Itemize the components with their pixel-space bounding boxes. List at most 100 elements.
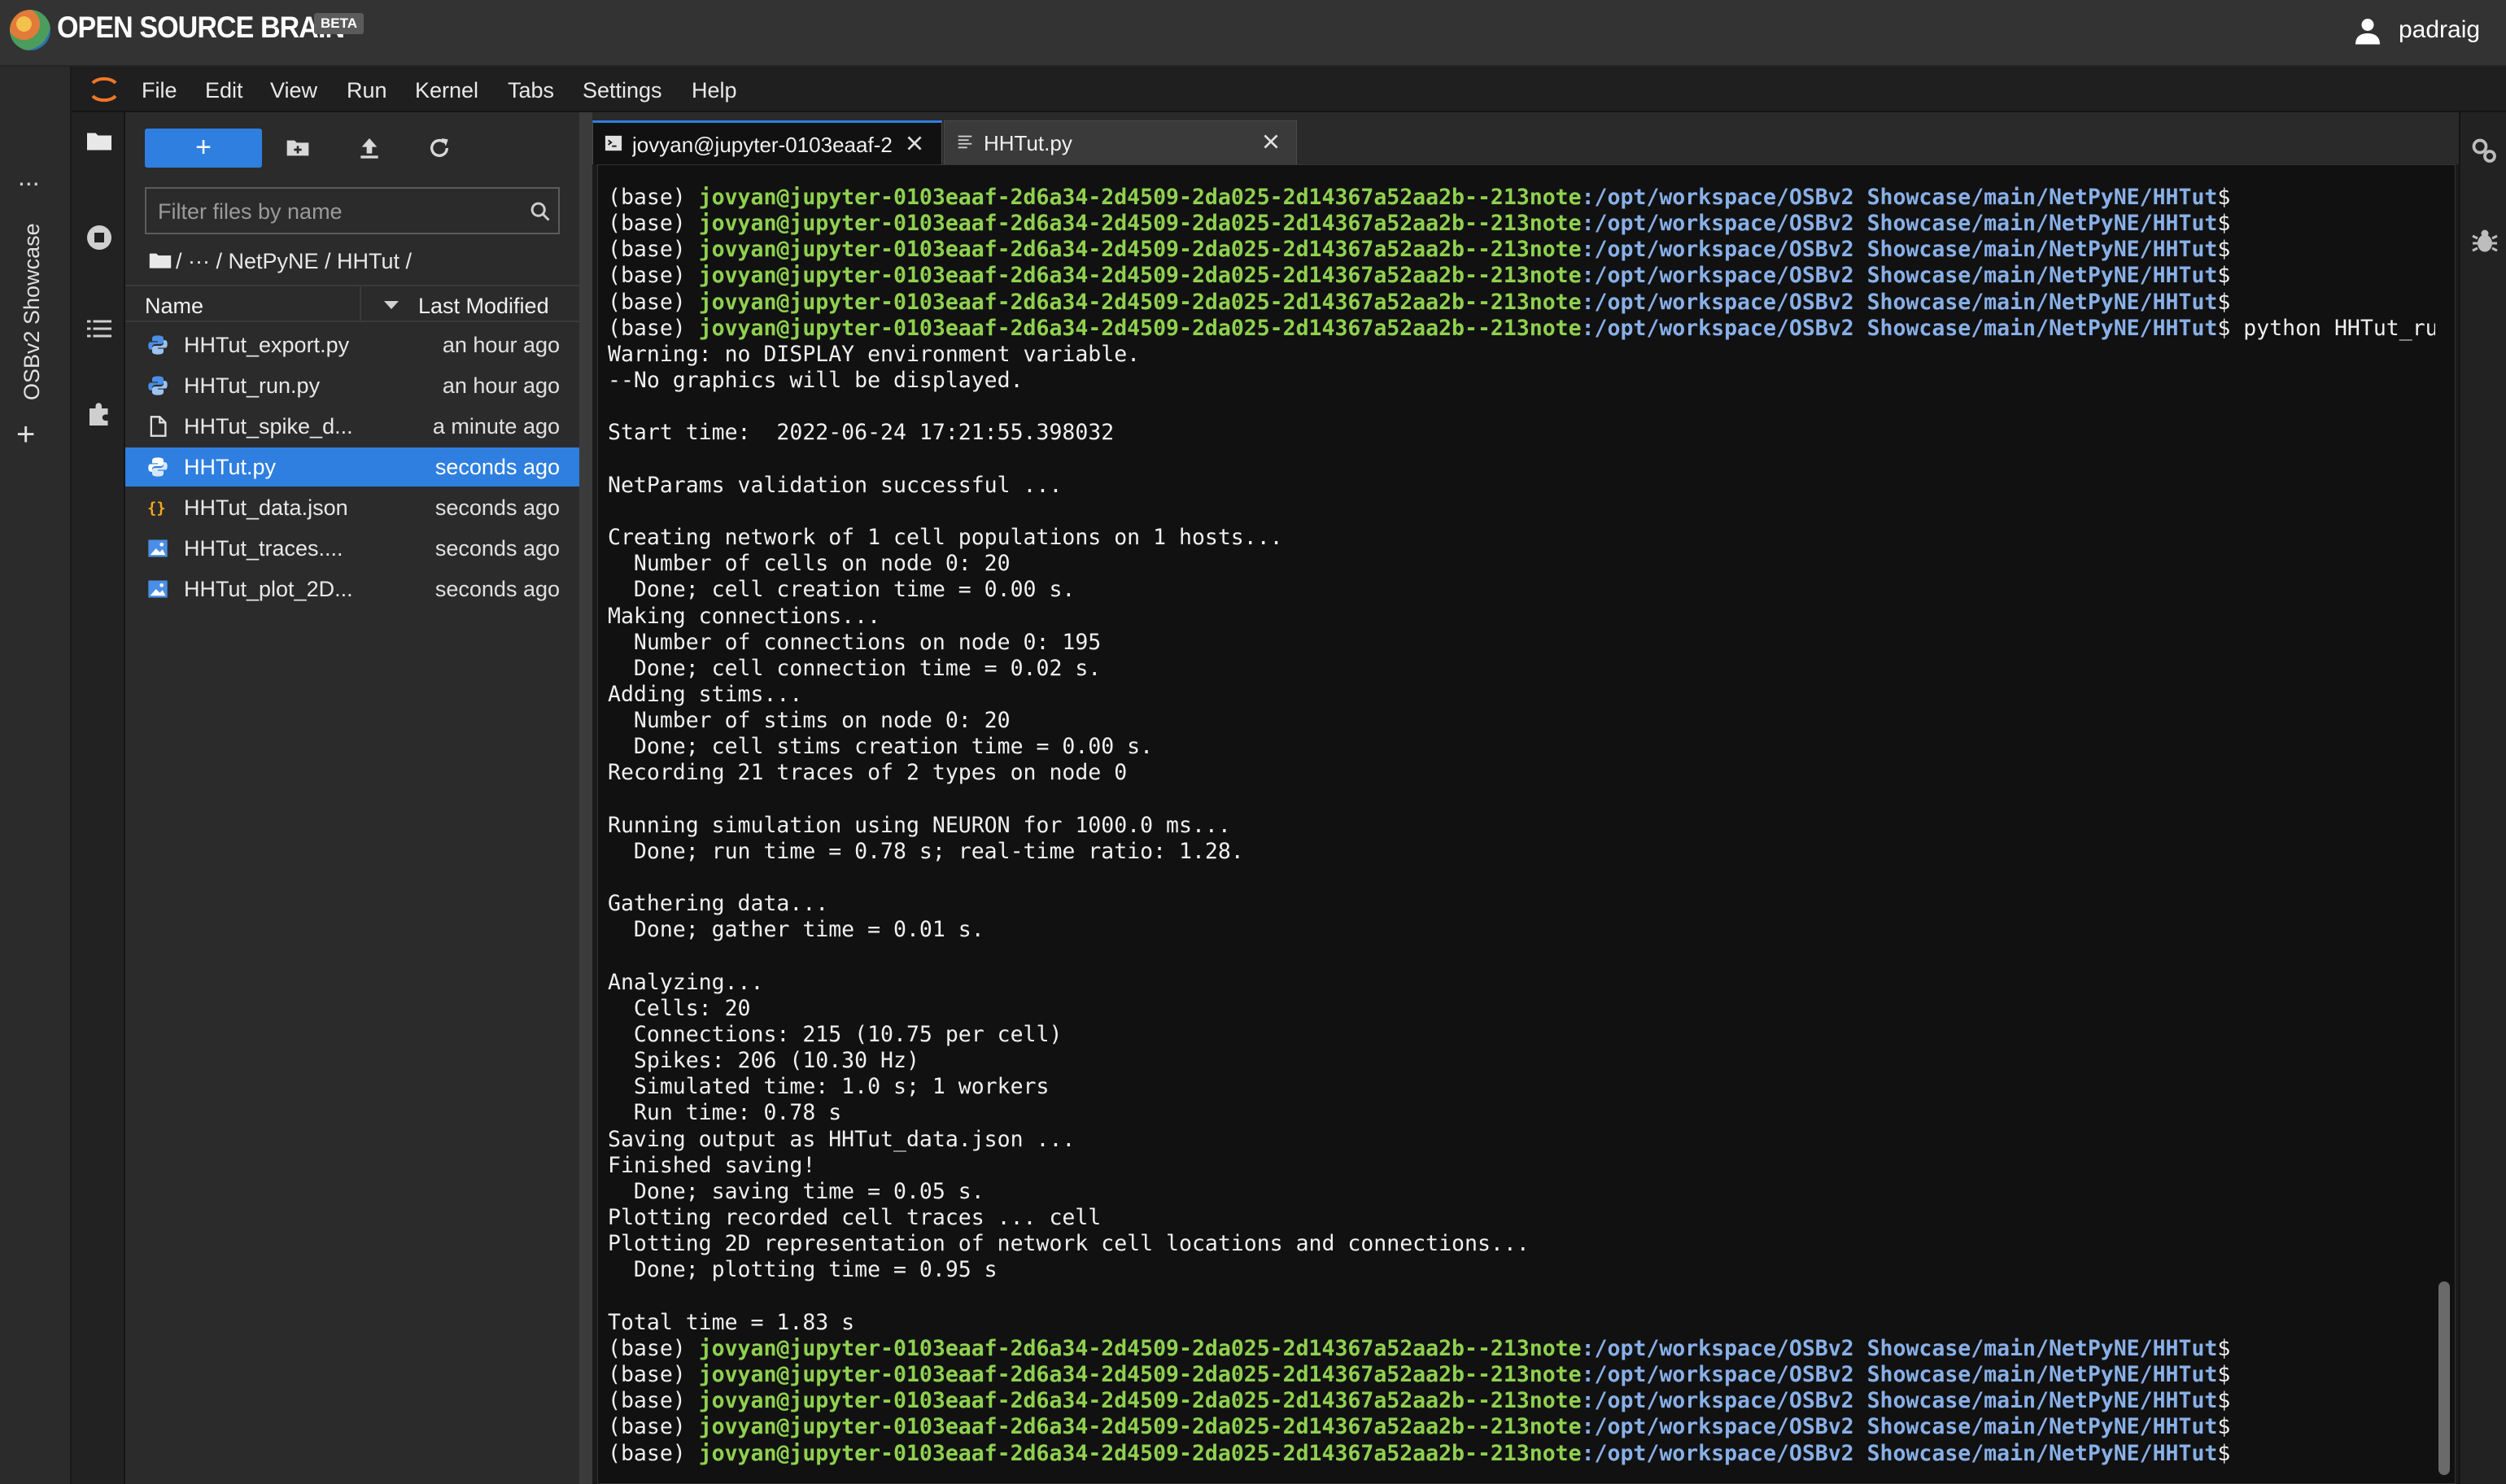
- main-dock-area: jovyan@jupyter-0103eaaf-2 HHTut.py (base…: [592, 112, 2459, 1484]
- tab-terminal[interactable]: jovyan@jupyter-0103eaaf-2: [592, 120, 942, 164]
- tab-label: jovyan@jupyter-0103eaaf-2: [632, 133, 893, 157]
- column-modified-header[interactable]: Last Modified: [418, 294, 549, 319]
- prompt-user: jovyan@jupyter-0103eaaf-2d6a34-2d4509-2d…: [698, 289, 1582, 315]
- prompt-user: jovyan@jupyter-0103eaaf-2d6a34-2d4509-2d…: [698, 263, 1582, 289]
- debugger-bug-icon[interactable]: [2470, 226, 2499, 255]
- terminal-prompt-line: (base) jovyan@jupyter-0103eaaf-2d6a34-2d…: [608, 263, 2422, 289]
- strip-more-icon[interactable]: ...: [18, 164, 40, 190]
- close-icon[interactable]: [1260, 131, 1281, 152]
- prompt-end: $: [2217, 211, 2231, 237]
- prompt-user: jovyan@jupyter-0103eaaf-2d6a34-2d4509-2d…: [698, 1362, 1582, 1388]
- file-row[interactable]: {} HHTut_data.json seconds ago: [125, 488, 579, 527]
- terminal-output-line: Done; plotting time = 0.95 s: [608, 1257, 998, 1283]
- add-icon[interactable]: +: [16, 417, 35, 453]
- prompt-path: :/opt/workspace/OSBv2 Showcase/main/NetP…: [1581, 263, 2218, 289]
- file-modified: a minute ago: [432, 414, 560, 439]
- file-row[interactable]: HHTut_run.py an hour ago: [125, 366, 579, 405]
- user-name[interactable]: padraig: [2399, 16, 2480, 44]
- folder-icon[interactable]: [148, 251, 172, 270]
- prompt-base: (base): [608, 263, 699, 289]
- menu-settings[interactable]: Settings: [583, 78, 662, 103]
- file-row[interactable]: HHTut_traces.... seconds ago: [125, 529, 579, 568]
- terminal-output-line: Done; gather time = 0.01 s.: [608, 917, 984, 943]
- tab-hhtut-py[interactable]: HHTut.py: [944, 120, 1297, 164]
- breadcrumb-path[interactable]: / ··· / NetPyNE / HHTut /: [176, 249, 412, 273]
- menu-edit[interactable]: Edit: [205, 78, 243, 103]
- prompt-base: (base): [608, 211, 699, 237]
- prompt-path: :/opt/workspace/OSBv2 Showcase/main/NetP…: [1581, 315, 2218, 341]
- terminal-output-line: Start time: 2022-06-24 17:21:55.398032: [608, 420, 1115, 446]
- terminal-output-line: Gathering data...: [608, 891, 829, 917]
- sort-descending-icon[interactable]: [384, 301, 399, 309]
- menu-file[interactable]: File: [142, 78, 177, 103]
- user-icon[interactable]: [2353, 16, 2382, 46]
- prompt-base: (base): [608, 289, 699, 315]
- file-name: HHTut_plot_2D...: [184, 577, 353, 601]
- terminal-output-line: Number of cells on node 0: 20: [608, 551, 1011, 577]
- file-modified: an hour ago: [442, 373, 560, 398]
- running-sessions-icon[interactable]: [85, 223, 114, 252]
- extension-puzzle-icon[interactable]: [85, 399, 114, 428]
- python-file-icon: [148, 335, 168, 355]
- prompt-end: $: [2217, 289, 2231, 315]
- column-divider[interactable]: [360, 286, 361, 322]
- prompt-path: :/opt/workspace/OSBv2 Showcase/main/NetP…: [1581, 185, 2218, 210]
- file-row[interactable]: HHTut_plot_2D... seconds ago: [125, 570, 579, 609]
- osb-brand-title[interactable]: OPEN SOURCE BRAIN: [57, 11, 345, 45]
- folder-icon[interactable]: [85, 127, 114, 156]
- terminal-prompt-line: (base) jovyan@jupyter-0103eaaf-2d6a34-2d…: [608, 211, 2422, 237]
- file-row[interactable]: HHTut_export.py an hour ago: [125, 325, 579, 364]
- new-folder-icon[interactable]: [285, 135, 311, 161]
- file-list-header: Name Last Modified: [125, 285, 579, 322]
- terminal-output-line: Number of stims on node 0: 20: [608, 708, 1011, 734]
- prompt-path: :/opt/workspace/OSBv2 Showcase/main/NetP…: [1581, 1362, 2218, 1388]
- menu-view[interactable]: View: [270, 78, 317, 103]
- file-name: HHTut_traces....: [184, 536, 343, 561]
- breadcrumb[interactable]: / ··· / NetPyNE / HHTut /: [148, 249, 412, 274]
- prompt-end: $: [2217, 1362, 2231, 1388]
- panel-splitter[interactable]: [579, 112, 592, 1484]
- file-modified: an hour ago: [442, 333, 560, 357]
- refresh-icon[interactable]: [426, 135, 452, 161]
- column-name-header[interactable]: Name: [145, 294, 203, 319]
- file-modified: seconds ago: [434, 536, 560, 561]
- menu-help[interactable]: Help: [692, 78, 737, 103]
- file-modified: seconds ago: [434, 455, 560, 479]
- property-inspector-icon[interactable]: [2470, 137, 2499, 166]
- terminal-output[interactable]: (base) jovyan@jupyter-0103eaaf-2d6a34-2d…: [608, 185, 2455, 1467]
- terminal-output-line: Done; saving time = 0.05 s.: [608, 1178, 984, 1204]
- file-browser-panel: + / ··· / NetPyNE / HHTut / Name Last Mo…: [125, 112, 579, 1484]
- osb-logo[interactable]: [10, 10, 50, 50]
- terminal-scrollbar-thumb[interactable]: [2438, 1281, 2450, 1475]
- beta-badge: BETA: [314, 13, 365, 34]
- left-activity-bar: [72, 112, 125, 1484]
- terminal-panel[interactable]: (base) jovyan@jupyter-0103eaaf-2d6a34-2d…: [597, 164, 2456, 1484]
- prompt-path: :/opt/workspace/OSBv2 Showcase/main/NetP…: [1581, 1414, 2218, 1440]
- menu-kernel[interactable]: Kernel: [415, 78, 478, 103]
- menu-tabs[interactable]: Tabs: [508, 78, 554, 103]
- terminal-prompt-line: (base) jovyan@jupyter-0103eaaf-2d6a34-2d…: [608, 315, 2455, 342]
- prompt-end: $: [2217, 315, 2231, 341]
- osb-workspace-strip: ... OSBv2 Showcase +: [0, 67, 72, 1484]
- menu-run[interactable]: Run: [347, 78, 387, 103]
- new-launcher-button[interactable]: +: [145, 129, 262, 168]
- terminal-output-line: Recording 21 traces of 2 types on node 0: [608, 760, 1128, 786]
- file-name: HHTut_export.py: [184, 333, 350, 357]
- text-file-icon: [150, 416, 167, 437]
- upload-icon[interactable]: [356, 135, 382, 161]
- file-row[interactable]: HHTut_spike_d... a minute ago: [125, 407, 579, 446]
- file-row-selected[interactable]: HHTut.py seconds ago: [125, 447, 579, 487]
- terminal-prompt-line: (base) jovyan@jupyter-0103eaaf-2d6a34-2d…: [608, 290, 2422, 316]
- filter-files-input[interactable]: [158, 195, 516, 228]
- close-icon[interactable]: [904, 133, 925, 154]
- terminal-prompt-line: (base) jovyan@jupyter-0103eaaf-2d6a34-2d…: [608, 1336, 2422, 1362]
- table-of-contents-icon[interactable]: [85, 314, 114, 343]
- prompt-base: (base): [608, 315, 699, 341]
- terminal-output-line: Finished saving!: [608, 1152, 816, 1178]
- prompt-user: jovyan@jupyter-0103eaaf-2d6a34-2d4509-2d…: [698, 315, 1582, 341]
- prompt-path: :/opt/workspace/OSBv2 Showcase/main/NetP…: [1581, 289, 2218, 315]
- terminal-output-line: Spikes: 206 (10.30 Hz): [608, 1048, 919, 1074]
- prompt-base: (base): [608, 185, 699, 210]
- prompt-base: (base): [608, 1440, 699, 1466]
